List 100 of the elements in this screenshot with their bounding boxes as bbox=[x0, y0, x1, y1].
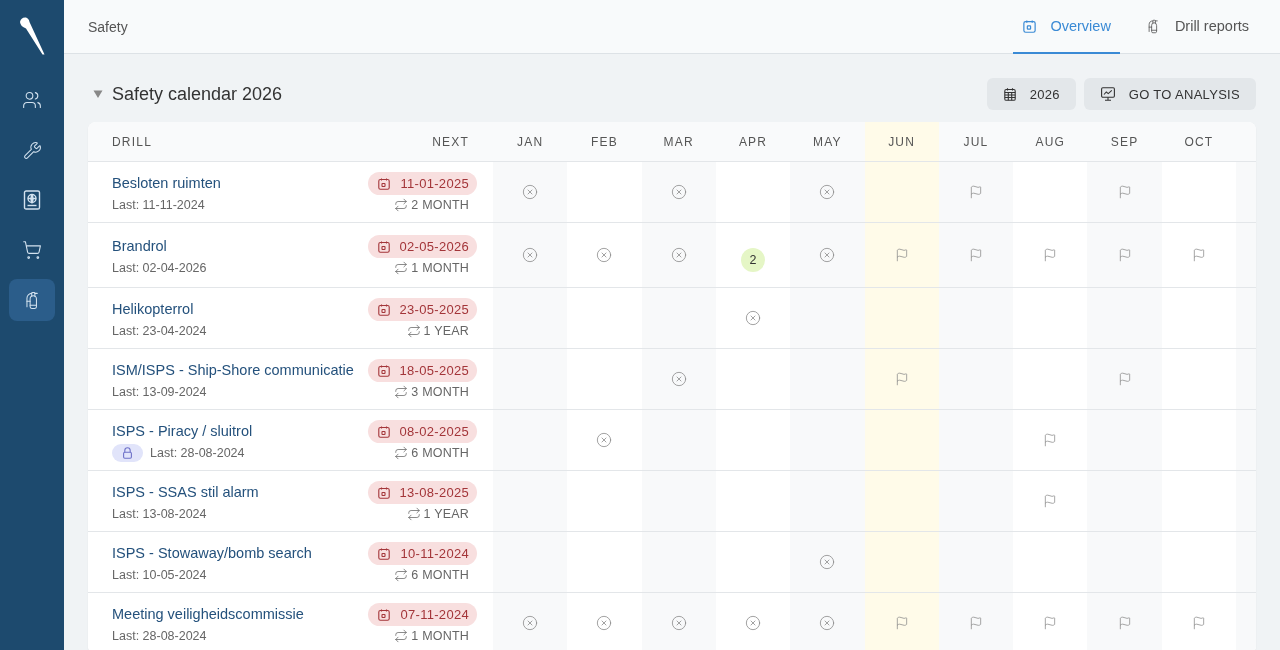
frequency: 1 YEAR bbox=[423, 507, 469, 521]
drill-link[interactable]: Helikopterrol bbox=[112, 298, 207, 320]
month-header: SEP bbox=[1109, 133, 1140, 151]
next-date: 02-05-2026 bbox=[399, 239, 469, 254]
logo-icon bbox=[19, 17, 45, 55]
frequency: 6 MONTH bbox=[411, 568, 469, 582]
last-date: Last: 10-05-2024 bbox=[112, 567, 207, 582]
drill-link[interactable]: Meeting veiligheidscommissie bbox=[112, 603, 304, 625]
last-date: Last: 13-08-2024 bbox=[112, 506, 207, 521]
calendar-icon bbox=[378, 608, 391, 621]
column-header: DRILL bbox=[112, 134, 152, 149]
flag-icon bbox=[894, 372, 909, 386]
drill-link[interactable]: ISPS - Piracy / sluitrol bbox=[112, 420, 253, 442]
frequency: 1 MONTH bbox=[411, 629, 469, 643]
frequency: 1 YEAR bbox=[423, 324, 469, 338]
cart-icon bbox=[22, 240, 42, 260]
repeat-icon bbox=[394, 385, 409, 399]
users-icon bbox=[22, 90, 42, 110]
next-date: 18-05-2025 bbox=[399, 363, 469, 378]
drill-link[interactable]: Besloten ruimten bbox=[112, 172, 221, 194]
frequency: 6 MONTH bbox=[411, 446, 469, 460]
drill-link[interactable]: ISM/ISPS - Ship-Shore communicatie bbox=[112, 359, 354, 381]
count-badge: 2 bbox=[741, 248, 766, 272]
last-date: Last: 28-08-2024 bbox=[150, 445, 245, 460]
calendar-icon bbox=[378, 547, 391, 560]
month-header: JAN bbox=[516, 133, 545, 151]
caret-down-icon[interactable] bbox=[93, 89, 103, 99]
tab[interactable]: Overview bbox=[1013, 0, 1120, 54]
flag-icon bbox=[1117, 185, 1132, 199]
month-header: OCT bbox=[1183, 133, 1215, 151]
month-header: AUG bbox=[1034, 133, 1067, 151]
drill-link[interactable]: Brandrol bbox=[112, 235, 207, 257]
flag-icon bbox=[968, 185, 983, 199]
flag-icon bbox=[1191, 248, 1206, 262]
repeat-icon bbox=[394, 446, 409, 460]
circle-x-icon bbox=[819, 554, 836, 570]
frequency: 1 MONTH bbox=[411, 261, 469, 275]
calendar-icon bbox=[377, 486, 390, 499]
monitor-chart-icon bbox=[1100, 87, 1115, 101]
circle-x-icon bbox=[522, 247, 539, 263]
calendar-icon bbox=[377, 364, 390, 377]
flag-icon bbox=[894, 616, 909, 630]
last-date: Last: 13-09-2024 bbox=[112, 384, 207, 399]
circle-x-icon bbox=[670, 371, 687, 387]
tab[interactable]: Drill reports bbox=[1135, 0, 1258, 54]
drill-link[interactable]: ISPS - SSAS stil alarm bbox=[112, 481, 259, 503]
next-date: 08-02-2025 bbox=[399, 424, 469, 439]
drill-link[interactable]: ISPS - Stowaway/bomb search bbox=[112, 542, 312, 564]
next-date: 13-08-2025 bbox=[399, 485, 469, 500]
month-header: FEB bbox=[589, 133, 619, 151]
month-header: APR bbox=[737, 133, 769, 151]
frequency: 2 MONTH bbox=[411, 198, 469, 212]
flag-icon bbox=[1117, 248, 1132, 262]
circle-x-icon bbox=[522, 184, 539, 200]
month-header: MAR bbox=[662, 133, 695, 151]
page-title: Safety bbox=[88, 18, 128, 35]
circle-x-icon bbox=[819, 184, 836, 200]
calendar-icon bbox=[1003, 87, 1016, 101]
wrench-icon bbox=[22, 140, 42, 160]
flag-icon bbox=[1117, 372, 1132, 386]
year-button[interactable]: 2026 bbox=[986, 78, 1076, 110]
calendar-icon bbox=[378, 177, 391, 190]
circle-x-icon bbox=[819, 615, 836, 631]
last-date: Last: 11-11-2024 bbox=[112, 197, 205, 212]
last-date: Last: 23-04-2024 bbox=[112, 323, 207, 338]
repeat-icon bbox=[394, 568, 409, 582]
section-title: Safety calendar 2026 bbox=[112, 83, 283, 105]
month-header: MAY bbox=[812, 133, 843, 151]
analysis-button[interactable]: GO TO ANALYSIS bbox=[1083, 78, 1256, 110]
flag-icon bbox=[1043, 616, 1058, 630]
flag-icon bbox=[968, 616, 983, 630]
next-date: 07-11-2024 bbox=[400, 607, 469, 622]
month-header: JUL bbox=[962, 133, 990, 151]
calendar-icon bbox=[377, 240, 390, 253]
circle-x-icon bbox=[670, 184, 687, 200]
flag-icon bbox=[894, 248, 909, 262]
flag-icon bbox=[1117, 616, 1132, 630]
lock-icon bbox=[112, 443, 143, 462]
circle-x-icon bbox=[745, 310, 762, 326]
nav-button[interactable] bbox=[9, 279, 55, 321]
circle-x-icon bbox=[819, 247, 836, 263]
circle-x-icon bbox=[596, 432, 613, 448]
next-date: 23-05-2025 bbox=[399, 302, 469, 317]
extinguisher-icon bbox=[1145, 18, 1161, 34]
calendar-icon bbox=[377, 303, 390, 316]
circle-x-icon bbox=[596, 247, 613, 263]
frequency: 3 MONTH bbox=[411, 385, 469, 399]
calendar-icon bbox=[377, 425, 390, 438]
month-header: JUN bbox=[864, 122, 939, 161]
circle-x-icon bbox=[522, 615, 539, 631]
flag-icon bbox=[968, 248, 983, 262]
circle-x-icon bbox=[745, 615, 762, 631]
circle-x-icon bbox=[670, 247, 687, 263]
calendar-icon bbox=[1023, 19, 1037, 33]
flag-icon bbox=[1191, 616, 1206, 630]
repeat-icon bbox=[394, 198, 409, 212]
column-header: NEXT bbox=[432, 134, 469, 149]
book-icon bbox=[23, 190, 41, 210]
repeat-icon bbox=[394, 261, 409, 275]
flag-icon bbox=[1043, 248, 1058, 262]
